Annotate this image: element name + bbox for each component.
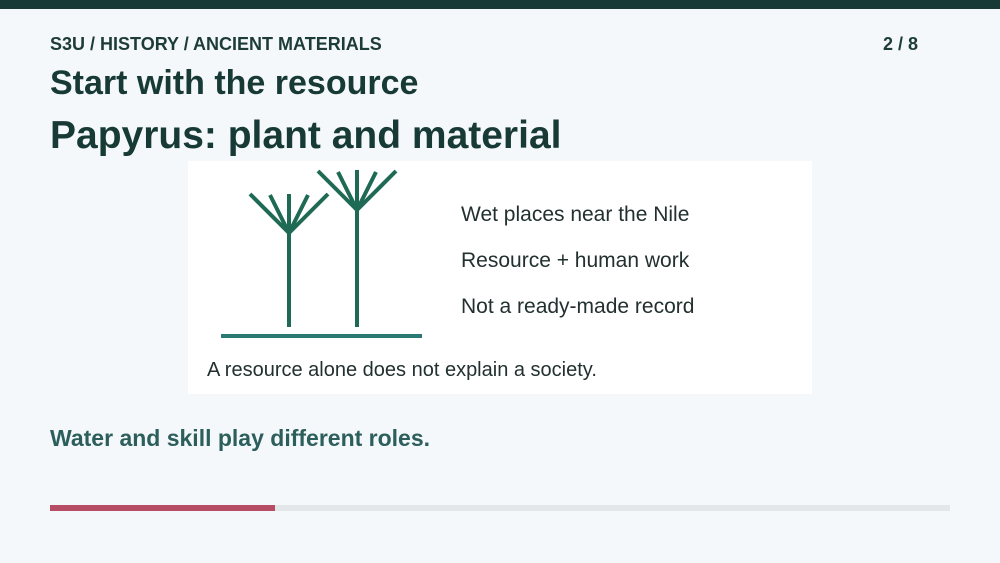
slide-heading: Papyrus: plant and material: [50, 114, 562, 157]
fact-item: Not a ready-made record: [461, 295, 695, 318]
slide-title: Start with the resource: [50, 64, 419, 102]
page-counter: 2 / 8: [882, 34, 918, 54]
progress-bar: [50, 505, 950, 511]
fact-item: Wet places near the Nile: [461, 203, 690, 226]
top-bar: [0, 0, 1000, 9]
content-card: Wet places near the Nile Resource + huma…: [188, 161, 812, 394]
card-caption: A resource alone does not explain a soci…: [207, 359, 597, 381]
breadcrumb: S3U / HISTORY / ANCIENT MATERIALS: [50, 34, 382, 54]
takeaway-text: Water and skill play different roles.: [50, 425, 431, 451]
papyrus-plant-icon: [221, 169, 422, 338]
fact-item: Resource + human work: [461, 249, 690, 272]
progress-fill: [50, 505, 275, 511]
facts-list: Wet places near the Nile Resource + huma…: [461, 203, 694, 341]
